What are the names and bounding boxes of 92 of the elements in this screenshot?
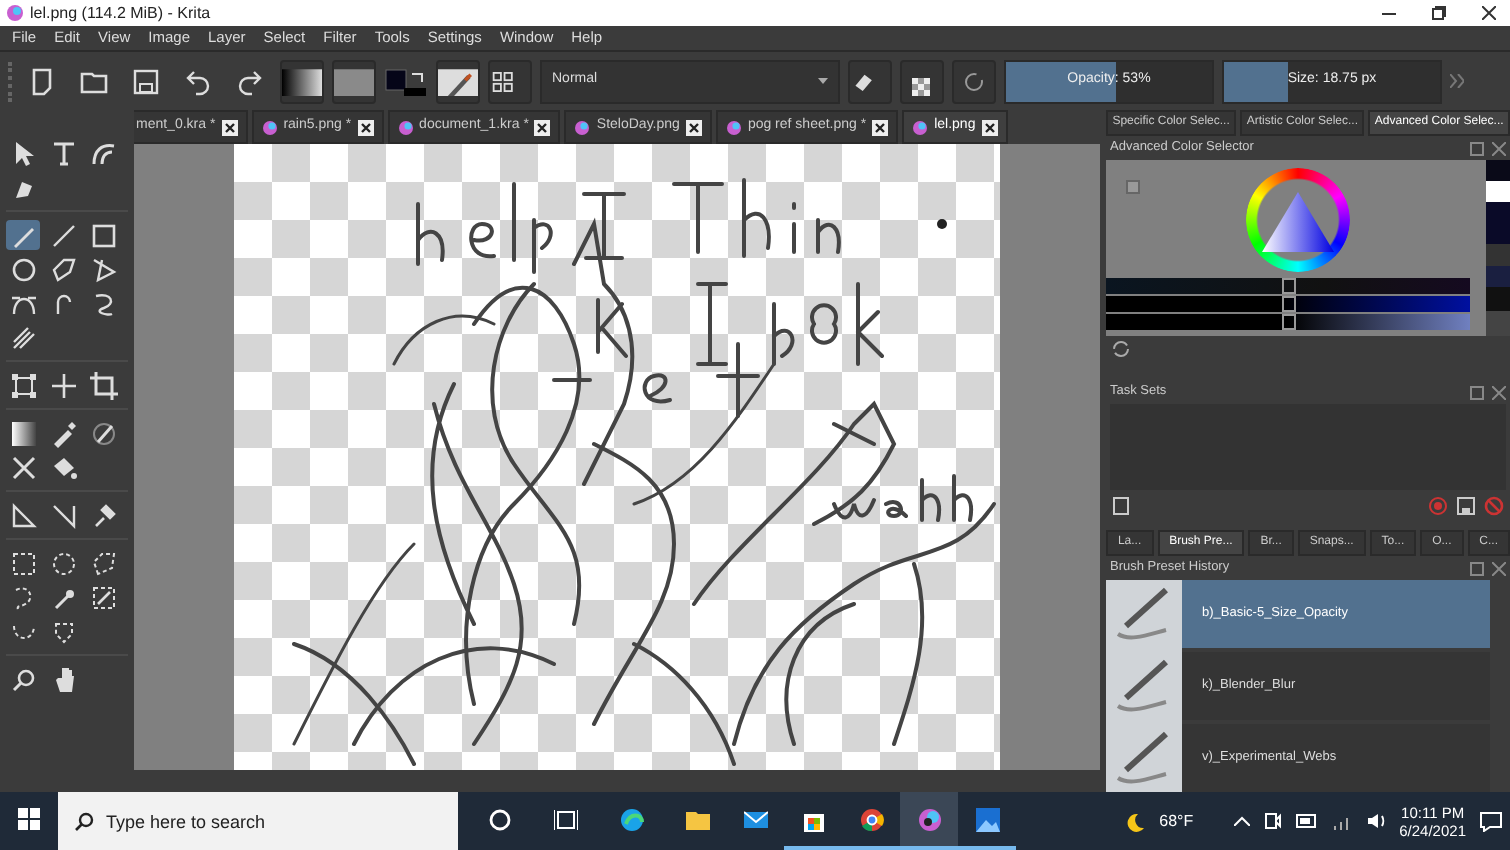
brush-preset-icon[interactable] <box>438 67 478 95</box>
krita-logo-icon <box>917 807 941 831</box>
smart-patch-icon <box>89 419 117 447</box>
close-icon[interactable] <box>1482 6 1496 20</box>
chrome-browser-icon <box>859 807 883 831</box>
restore-icon[interactable] <box>1432 6 1446 20</box>
caret-icon <box>818 78 828 84</box>
new-document-icon[interactable] <box>28 67 56 95</box>
close-icon[interactable] <box>357 119 374 135</box>
window-title: lel.png (114.2 MiB) - Krita <box>30 1 211 25</box>
triangle-ruler-icon <box>9 501 37 529</box>
gradient-swatch-icon[interactable] <box>282 67 322 95</box>
reload-icon[interactable] <box>960 67 988 95</box>
multibrush-icon <box>9 323 37 351</box>
task-view-icon <box>553 807 577 831</box>
scissors-icon <box>9 453 37 481</box>
overflow-arrows-icon[interactable] <box>1450 74 1464 88</box>
mail-icon <box>743 807 767 831</box>
folder-icon[interactable] <box>80 67 108 95</box>
float-icon[interactable] <box>1470 561 1484 575</box>
horizontal-scrollbar[interactable] <box>134 770 1100 792</box>
gradient-icon <box>9 419 37 447</box>
save-icon[interactable] <box>1456 496 1476 516</box>
close-icon[interactable] <box>685 119 702 135</box>
krita-logo-icon <box>725 119 742 135</box>
tool-button[interactable] <box>6 370 40 400</box>
pattern-swatch-icon[interactable] <box>334 67 374 95</box>
polygon-select-icon <box>89 549 117 577</box>
ellipse-select-icon <box>49 549 77 577</box>
float-icon[interactable] <box>1470 385 1484 399</box>
crescent-moon-icon <box>1125 811 1146 831</box>
polygon-icon <box>49 255 77 283</box>
color-slider[interactable] <box>1106 278 1470 294</box>
cortana-icon <box>487 807 511 831</box>
color-history-strip[interactable] <box>1486 160 1510 336</box>
camera-icon[interactable] <box>1263 812 1282 830</box>
close-icon[interactable] <box>534 119 551 135</box>
magnetic-select-icon <box>49 617 77 645</box>
rectangle-icon <box>89 221 117 249</box>
zoom-icon <box>9 665 37 693</box>
transform-icon <box>9 371 37 399</box>
brush-thumbnail-icon <box>1106 580 1182 650</box>
slider-thumb[interactable] <box>1282 314 1296 330</box>
photos-icon <box>975 807 999 831</box>
slider-thumb[interactable] <box>1282 278 1296 294</box>
folder-icon <box>685 807 709 831</box>
color-swatches-icon[interactable] <box>384 67 428 95</box>
edge-browser-icon <box>619 807 643 831</box>
color-triangle[interactable] <box>1262 192 1334 252</box>
crop-icon <box>89 371 117 399</box>
redo-icon[interactable] <box>236 67 264 95</box>
slider-thumb[interactable] <box>1282 296 1296 312</box>
color-slider[interactable] <box>1106 314 1470 330</box>
undo-icon[interactable] <box>184 67 212 95</box>
close-icon[interactable] <box>981 119 998 135</box>
line-icon <box>49 221 77 249</box>
rect-select-icon <box>9 549 37 577</box>
color-slider[interactable] <box>1106 296 1470 312</box>
document-icon[interactable] <box>1112 496 1132 516</box>
wifi-icon[interactable] <box>1331 812 1352 830</box>
notification-icon[interactable] <box>1480 811 1502 831</box>
angle-ruler-icon <box>49 501 77 529</box>
tool-button[interactable] <box>6 418 40 448</box>
wand-select-icon <box>89 583 117 611</box>
battery-icon[interactable] <box>1295 814 1318 828</box>
tool-button[interactable] <box>46 370 80 400</box>
windows-logo-icon <box>18 808 40 830</box>
weather-temperature: 68°F <box>1159 809 1194 833</box>
search-field[interactable]: Type here to search <box>58 792 458 850</box>
close-icon[interactable] <box>221 119 238 135</box>
paint-bucket-icon <box>49 453 77 481</box>
move-icon <box>49 371 77 399</box>
ellipse-icon <box>9 255 37 283</box>
krita-logo-icon <box>574 119 591 135</box>
close-icon[interactable] <box>872 119 889 135</box>
color-selector[interactable] <box>1106 160 1510 336</box>
calligraphy-icon <box>89 139 117 167</box>
polyline-icon <box>89 255 117 283</box>
krita-logo-icon <box>6 4 24 22</box>
speaker-icon[interactable] <box>1365 812 1386 830</box>
tool-button[interactable] <box>86 370 120 400</box>
brush-thumbnail-icon <box>1106 722 1182 792</box>
krita-logo-icon <box>397 119 414 135</box>
search-icon <box>74 812 94 832</box>
text-icon <box>49 139 77 167</box>
refresh-icon[interactable] <box>1112 340 1130 358</box>
krita-logo-icon <box>912 119 929 135</box>
float-icon[interactable] <box>1470 141 1484 155</box>
save-icon[interactable] <box>132 67 160 95</box>
krita-logo-icon <box>261 119 278 135</box>
chevron-up-icon[interactable] <box>1233 816 1250 826</box>
eyedropper-icon <box>49 419 77 447</box>
